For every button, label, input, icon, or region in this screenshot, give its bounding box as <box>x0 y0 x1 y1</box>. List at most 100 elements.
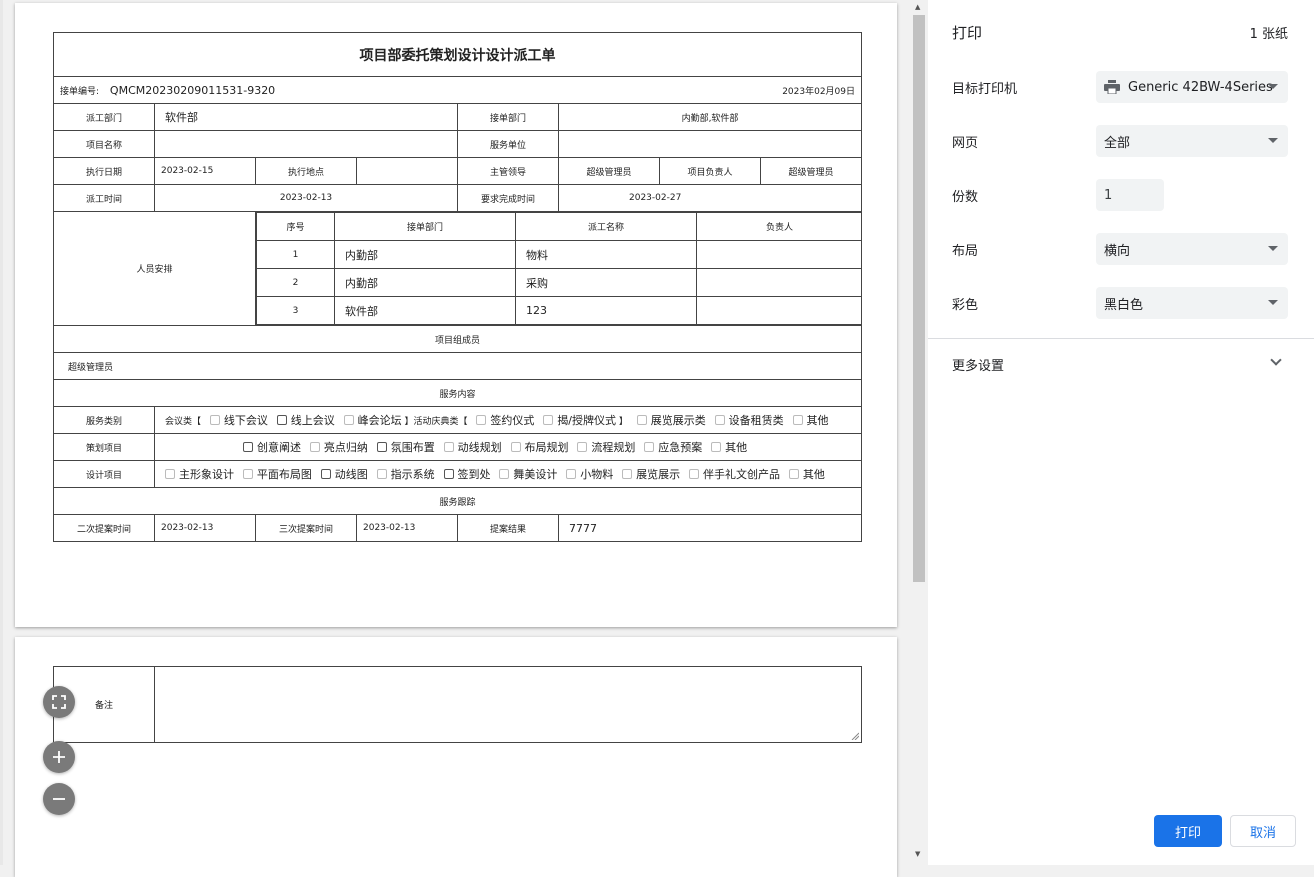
checkbox[interactable] <box>376 469 387 479</box>
checkbox[interactable] <box>510 442 521 452</box>
checkbox[interactable] <box>622 469 633 479</box>
checkbox[interactable] <box>636 415 647 425</box>
service-type-label: 服务类别 <box>53 406 155 434</box>
third-time-value: 2023-02-13 <box>356 514 458 542</box>
pages-select[interactable]: 全部 <box>1096 125 1288 157</box>
order-no: QMCM20230209011531-9320 <box>109 83 276 97</box>
checkbox[interactable] <box>644 442 655 452</box>
cancel-button[interactable]: 取消 <box>1230 815 1296 847</box>
chevron-down-icon[interactable] <box>1270 354 1282 366</box>
color-select[interactable]: 黑白色 <box>1096 287 1288 319</box>
option-label: 线下会议 <box>223 414 268 427</box>
zoom-in-button[interactable] <box>43 741 75 773</box>
print-preview-area: 项目部委托策划设计设计派工单 接单编号: QMCM20230209011531-… <box>0 0 910 877</box>
event-type-label: 活动庆典类【 <box>413 417 468 427</box>
checkbox[interactable] <box>543 415 554 425</box>
remark-textarea[interactable] <box>154 666 862 743</box>
pages-value: 全部 <box>1104 135 1131 151</box>
checkbox[interactable] <box>276 415 287 425</box>
checkbox[interactable] <box>476 415 487 425</box>
service-content-header: 服务内容 <box>53 379 862 407</box>
option-label: 其他 <box>802 468 825 481</box>
staff-row-no: 1 <box>256 240 335 269</box>
resize-handle-icon[interactable] <box>851 732 859 740</box>
design-label: 设计项目 <box>53 460 155 488</box>
staff-row-no: 3 <box>256 296 335 325</box>
checkbox[interactable] <box>376 442 387 452</box>
tracking-header: 服务跟踪 <box>53 487 862 515</box>
members-header: 项目组成员 <box>53 325 862 353</box>
checkbox[interactable] <box>243 442 253 452</box>
scrollbar-thumb[interactable] <box>913 15 925 582</box>
staff-table-cell: 序号 接单部门 派工名称 负责人 1 内勤部 物料 2 内勤部 采购 3 软件部… <box>255 211 862 326</box>
zoom-out-button[interactable] <box>43 783 75 815</box>
printer-select[interactable]: Generic 42BW-4Series <box>1096 71 1288 103</box>
option-label: 峰会论坛 <box>357 414 402 427</box>
checkbox[interactable] <box>499 469 510 479</box>
due-time-value: 2023-02-27 <box>558 184 862 212</box>
checkbox[interactable] <box>714 415 725 425</box>
order-no-label: 接单编号: <box>60 86 100 97</box>
dispatch-dept-label: 派工部门 <box>53 103 155 131</box>
staff-row-dept: 内勤部 <box>334 240 516 269</box>
checkbox[interactable] <box>443 442 454 452</box>
option-label: 展览展示类 <box>650 414 706 427</box>
copies-label: 份数 <box>952 190 979 205</box>
result-value: 7777 <box>558 514 862 542</box>
more-settings-toggle[interactable]: 更多设置 <box>952 355 1004 374</box>
staff-table: 序号 接单部门 派工名称 负责人 1 内勤部 物料 2 内勤部 采购 3 软件部… <box>256 212 861 325</box>
option-label: 舞美设计 <box>513 468 558 481</box>
order-date: 2023年02月09日 <box>782 86 855 97</box>
checkbox[interactable] <box>792 415 803 425</box>
scroll-up-icon[interactable]: ▲ <box>915 3 920 11</box>
leader-value: 超级管理员 <box>558 157 660 185</box>
layout-value: 横向 <box>1104 243 1131 259</box>
print-button[interactable]: 打印 <box>1154 815 1222 847</box>
remark-table: 备注 <box>53 666 862 743</box>
checkbox[interactable] <box>309 442 320 452</box>
option-label: 小物料 <box>580 468 614 481</box>
staff-row-dept: 软件部 <box>334 296 516 325</box>
checkbox[interactable] <box>788 469 799 479</box>
planning-options: 创意阐述 亮点归纳 氛围布置 动线规划 布局规划 流程规划 应急预案 其他 <box>154 433 862 461</box>
dispatch-time-value: 2023-02-13 <box>154 184 458 212</box>
order-info-row: 接单编号: QMCM20230209011531-9320 2023年02月09… <box>53 76 862 104</box>
option-label: 动线规划 <box>457 441 502 454</box>
print-settings-panel: 打印 1 张纸 目标打印机 Generic 42BW-4Series 网页 全部… <box>928 0 1314 865</box>
copies-input[interactable]: 1 <box>1096 179 1164 211</box>
project-name-value <box>154 130 458 158</box>
checkbox[interactable] <box>566 469 577 479</box>
option-label: 展览展示 <box>636 468 681 481</box>
fit-to-page-button[interactable] <box>43 686 75 718</box>
project-name-label: 项目名称 <box>53 130 155 158</box>
preview-scrollbar[interactable]: ▲ ▼ <box>910 0 928 865</box>
exec-place-label: 执行地点 <box>255 157 357 185</box>
layout-select[interactable]: 横向 <box>1096 233 1288 265</box>
checkbox[interactable] <box>577 442 588 452</box>
staff-header-task: 派工名称 <box>515 212 697 241</box>
color-value: 黑白色 <box>1104 297 1144 313</box>
staff-header-dept: 接单部门 <box>334 212 516 241</box>
scroll-down-icon[interactable]: ▼ <box>915 850 920 858</box>
checkbox[interactable] <box>165 469 175 479</box>
option-label: 指示系统 <box>390 468 435 481</box>
checkbox[interactable] <box>320 469 331 479</box>
staff-row-owner <box>696 240 861 269</box>
dispatch-time-label: 派工时间 <box>53 184 155 212</box>
exec-date-label: 执行日期 <box>53 157 155 185</box>
preview-page-2: 备注 <box>15 637 897 877</box>
printer-value: Generic 42BW-4Series <box>1128 79 1273 95</box>
staff-row-no: 2 <box>256 268 335 297</box>
event-type-close: 】 <box>618 417 628 427</box>
checkbox[interactable] <box>689 469 699 479</box>
planning-label: 策划项目 <box>53 433 155 461</box>
checkbox[interactable] <box>209 415 220 425</box>
service-unit-value <box>558 130 862 158</box>
receive-dept-value: 内勤部,软件部 <box>558 103 862 131</box>
checkbox[interactable] <box>711 442 722 452</box>
checkbox[interactable] <box>242 469 253 479</box>
printer-icon <box>1104 80 1120 94</box>
checkbox[interactable] <box>343 415 354 425</box>
checkbox[interactable] <box>443 469 454 479</box>
pages-label: 网页 <box>952 136 979 151</box>
